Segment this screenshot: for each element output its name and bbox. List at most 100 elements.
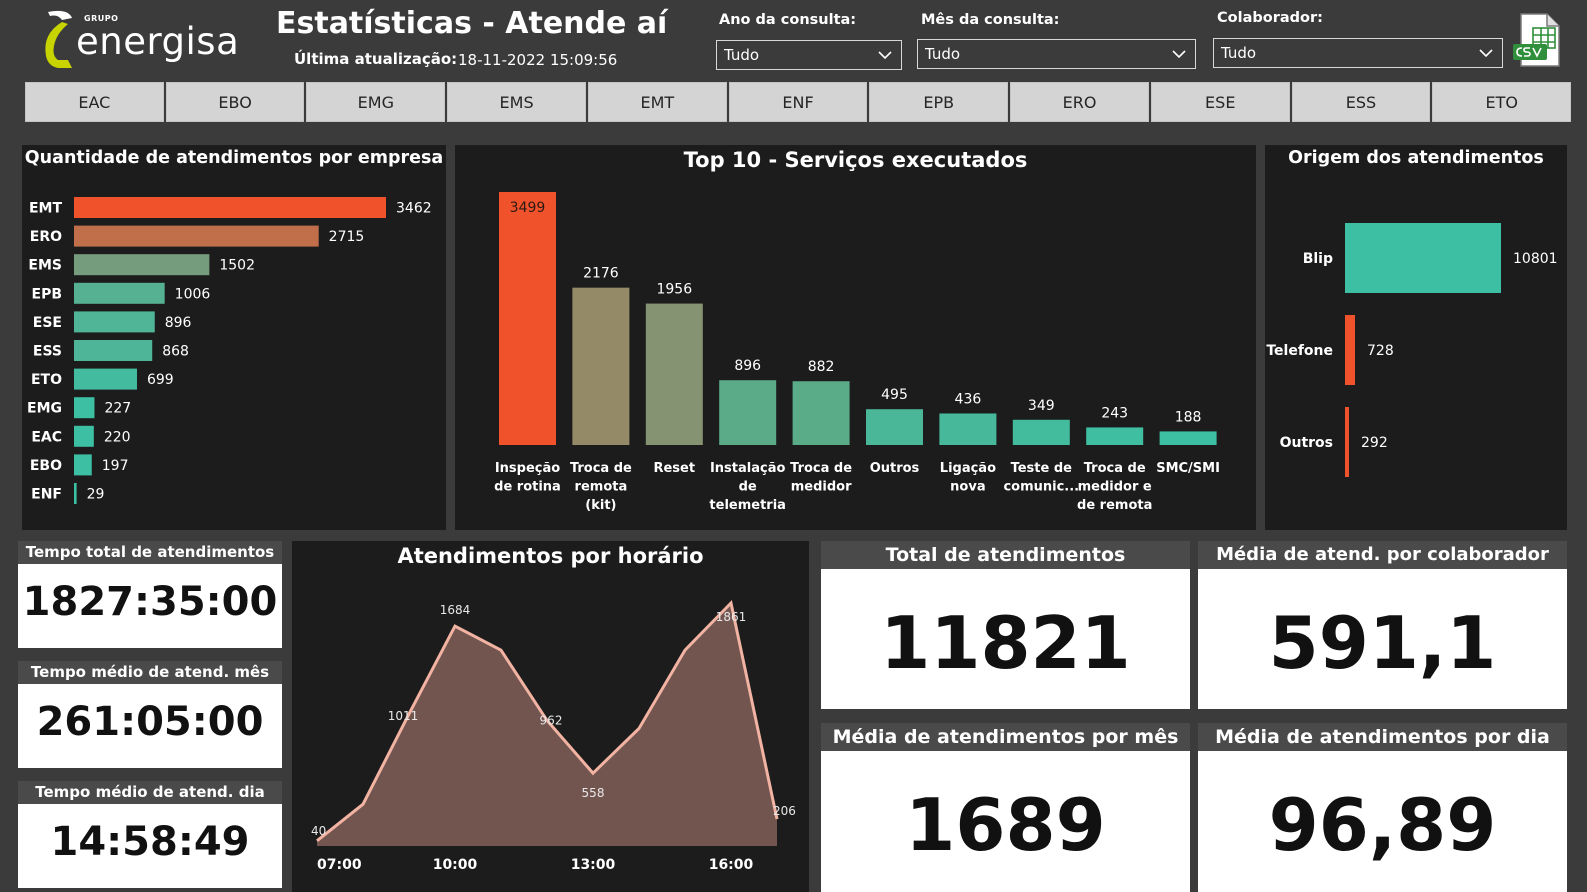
company-value-label: 1006 [175,286,211,302]
tab-emt[interactable]: EMT [587,82,727,122]
tab-eac[interactable]: EAC [25,82,164,122]
company-label: EMG [27,401,62,417]
month-filter-select[interactable]: Tudo [917,39,1196,69]
total-time-value: 1827:35:00 [22,579,278,625]
company-bar [74,368,137,390]
top-services-panel: Top 10 - Serviços executados 3499 Inspeçã… [455,145,1256,530]
tab-ebo[interactable]: EBO [165,82,305,122]
hourly-data-label: 206 [773,804,796,818]
avg-time-day-card: Tempo médio de atend. dia 14:58:49 [18,781,282,888]
service-category-label: Instalação [710,461,786,476]
service-category-label: Teste de [1011,461,1073,476]
year-filter-label: Ano da consulta: [719,12,857,28]
last-updated-value: 18-11-2022 15:09:56 [458,51,618,69]
company-label: EMT [29,201,62,217]
avg-per-month-value: 1689 [905,783,1106,867]
page-title: Estatísticas - Atende aí [276,6,668,41]
origin-bar [1345,223,1501,293]
total-value: 11821 [880,601,1131,685]
avg-time-month-label: Tempo médio de atend. mês [18,661,282,684]
service-value-label: 495 [881,387,908,403]
origin-panel: Origem dos atendimentos Blip 10801 Telefon… [1265,145,1567,530]
tab-enf[interactable]: ENF [728,82,868,122]
service-category-label: medidor [791,480,852,495]
service-category-label: nova [950,480,985,495]
service-category-label: remota [575,480,628,495]
service-category-label: Ligação [940,461,996,476]
company-bar [74,254,210,276]
avg-per-collaborator-label: Média de atend. por colaborador [1198,541,1567,569]
company-label: EAC [31,429,62,445]
by-company-panel: Quantidade de atendimentos por empresa E… [22,145,446,530]
hourly-x-tick-label: 10:00 [433,857,478,873]
service-bar [1159,431,1217,445]
origin-label: Outros [1280,435,1333,451]
origin-chart: Blip 10801 Telefone 728 Outros 292 [1266,223,1558,477]
company-label: ENF [31,487,62,503]
company-label: ESE [33,315,62,331]
company-bar [74,282,165,304]
service-category-label: Inspeção [495,461,560,476]
company-label: ERO [30,229,62,245]
tab-ems[interactable]: EMS [447,82,586,122]
company-bar [74,397,95,419]
origin-label: Telefone [1266,343,1333,359]
company-label: EBO [30,458,62,474]
company-label: EPB [32,286,63,302]
service-category-label: comunic... [1003,480,1079,495]
year-filter-select[interactable]: Tudo [716,40,902,70]
service-category-label: Troca de [790,461,852,476]
service-bar [645,303,703,445]
company-value-label: 3462 [396,201,432,217]
avg-per-day-label: Média de atendimentos por dia [1198,723,1567,751]
service-value-label: 188 [1175,409,1202,425]
company-value-label: 197 [102,458,129,474]
service-category-label: Reset [653,461,695,476]
company-bar [74,225,319,247]
service-category-label: de remota [1077,498,1152,513]
tab-ese[interactable]: ESE [1150,82,1290,122]
avg-per-day-value: 96,89 [1268,783,1497,867]
tab-ero[interactable]: ERO [1010,82,1149,122]
company-value-label: 1502 [219,258,255,274]
tab-emg[interactable]: EMG [306,82,446,122]
tab-ess[interactable]: ESS [1291,82,1431,122]
service-value-label: 896 [734,358,761,374]
hourly-data-label: 962 [540,713,563,727]
service-value-label: 2176 [583,266,619,282]
service-value-label: 3499 [510,200,546,216]
collaborator-filter-value: Tudo [1221,44,1257,62]
company-bar [74,425,94,447]
tab-eto[interactable]: ETO [1432,82,1572,122]
csv-export-button[interactable] [1511,12,1563,68]
by-company-chart: EMT 3462 ERO 2715 EMS 1502 EPB 1006 ESE 896 ESS 868… [27,197,432,504]
avg-time-month-value: 261:05:00 [36,699,264,745]
service-value-label: 349 [1028,398,1055,414]
chevron-down-icon [1479,49,1493,58]
service-bar [939,413,997,445]
chevron-down-icon [878,51,892,60]
company-value-label: 868 [162,344,189,360]
collaborator-filter-select[interactable]: Tudo [1213,38,1503,68]
service-category-label: Outros [870,461,920,476]
avg-per-collaborator-value: 591,1 [1268,601,1497,685]
hourly-x-tick-label: 07:00 [317,857,362,873]
service-value-label: 436 [955,391,982,407]
service-category-label: de [739,480,757,495]
tab-epb[interactable]: EPB [869,82,1009,122]
year-filter-value: Tudo [724,46,760,64]
service-category-label: Troca de [1084,461,1146,476]
company-bar [74,197,386,218]
origin-label: Blip [1303,251,1333,267]
company-value-label: 896 [165,315,192,331]
chevron-down-icon [1172,50,1186,59]
hourly-data-label: 40 [311,824,326,838]
total-time-card: Tempo total de atendimentos 1827:35:00 [18,541,282,648]
service-category-label: Troca de [570,461,632,476]
avg-per-month-label: Média de atendimentos por mês [821,723,1190,751]
top-services-chart: 3499 Inspeção de rotina 2176 Troca de remota (… [494,192,1220,513]
origin-value-label: 728 [1367,343,1394,359]
last-updated-label: Última atualização: [294,50,458,68]
total-label: Total de atendimentos [821,541,1190,569]
hourly-data-label: 558 [582,786,605,800]
